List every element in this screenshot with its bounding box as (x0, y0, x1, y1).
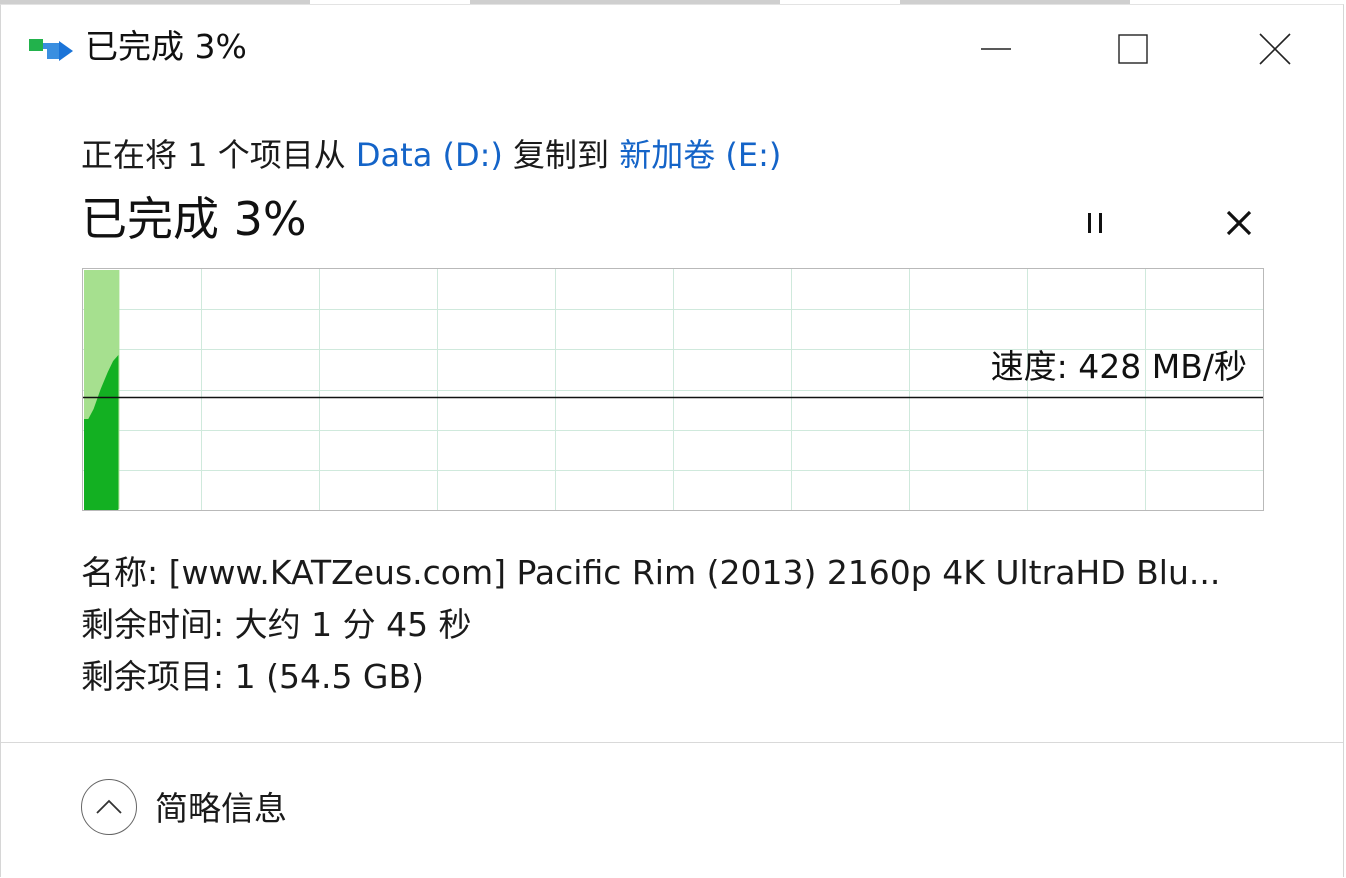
copy-progress-dialog: 已完成 3% 正在将 1 个项目从 Data (D:) 复制到 新加卷 (E:)… (0, 4, 1344, 878)
window-title: 已完成 3% (85, 27, 247, 66)
minimize-icon (981, 48, 1011, 50)
speed-label: 速度: 428 MB/秒 (990, 347, 1247, 386)
title-bar: 已完成 3% (1, 5, 1343, 89)
maximize-icon (1118, 34, 1148, 64)
source-link[interactable]: Data (D:) (356, 136, 503, 174)
fewer-details-button[interactable] (81, 779, 137, 835)
close-icon (1259, 33, 1291, 65)
file-name: 名称: [www.KATZeus.com] Pacific Rim (2013)… (81, 553, 1221, 592)
time-remaining: 剩余时间: 大约 1 分 45 秒 (81, 605, 472, 644)
minimize-button[interactable] (966, 19, 1026, 79)
chevron-up-icon (96, 799, 122, 814)
speed-graph: 速度: 428 MB/秒 (82, 268, 1264, 511)
footer: 简略信息 (1, 743, 1343, 878)
progress-status: 已完成 3% (81, 192, 307, 246)
copy-description: 正在将 1 个项目从 Data (D:) 复制到 新加卷 (E:) (81, 131, 781, 179)
description-prefix: 正在将 1 个项目从 (81, 136, 356, 174)
maximize-button[interactable] (1103, 19, 1163, 79)
file-copy-icon (27, 35, 75, 75)
pause-button[interactable] (1071, 201, 1119, 245)
close-window-button[interactable] (1245, 19, 1305, 79)
speed-graph-canvas (83, 269, 1263, 510)
fewer-details-label[interactable]: 简略信息 (155, 787, 287, 831)
items-remaining: 剩余项目: 1 (54.5 GB) (81, 657, 425, 696)
cancel-icon (1226, 210, 1252, 236)
pause-icon (1088, 213, 1102, 233)
destination-link[interactable]: 新加卷 (E:) (619, 136, 781, 174)
cancel-copy-button[interactable] (1215, 201, 1263, 245)
description-middle: 复制到 (502, 136, 620, 174)
